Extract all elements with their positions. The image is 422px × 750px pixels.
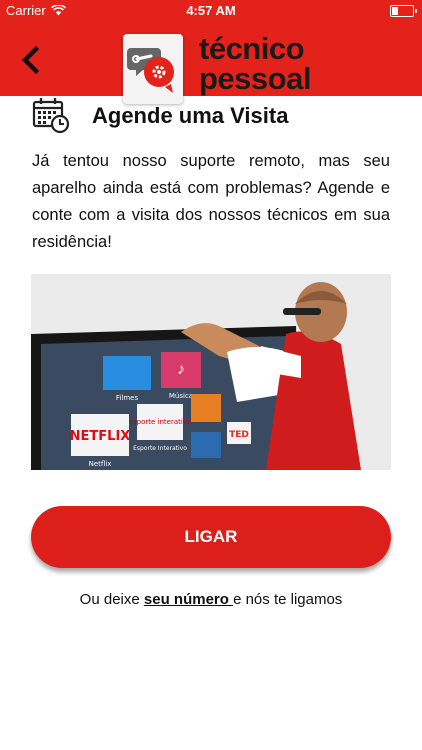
svg-text:♪: ♪ [177,361,185,378]
tile-netflix: NETFLIX [70,429,131,444]
battery-icon [390,5,417,17]
chat-tools-icon [127,48,174,93]
page-title: Agende uma Visita [92,103,289,128]
description-text: Já tentou nosso suporte remoto, mas seu … [32,152,390,251]
calendar-clock-icon [32,98,70,134]
logo-line-1: técnico [199,31,305,66]
chevron-left-icon [21,45,40,75]
technician-tv-photo: Filmes ♪ Música NETFLIX Netflix esporte … [31,274,391,470]
callback-suffix: e nós te ligamos [233,591,343,608]
app-logo-text: técnico pessoal [199,31,311,96]
app-logo [123,34,183,104]
callback-line: Ou deixe seu número e nós te ligamos [0,591,422,608]
tile-netflix-caption: Netflix [89,460,112,468]
tile-musica: Música [169,392,193,400]
clock: 4:57 AM [186,3,236,18]
callback-prefix: Ou deixe [79,591,144,608]
tile-filmes: Filmes [116,394,139,402]
tile-esporte-caption: Esporte Interativo [133,445,187,452]
call-button[interactable]: LIGAR [31,506,391,568]
tile-esporte: esporte interativo [129,418,192,426]
your-number-link[interactable]: seu número [144,591,233,608]
logo-line-2: pessoal [199,61,311,96]
back-button[interactable] [16,44,46,76]
status-bar: Carrier 4:57 AM [0,0,422,22]
tile-ted: TED [229,430,249,440]
header-bar: técnico pessoal [0,22,422,104]
